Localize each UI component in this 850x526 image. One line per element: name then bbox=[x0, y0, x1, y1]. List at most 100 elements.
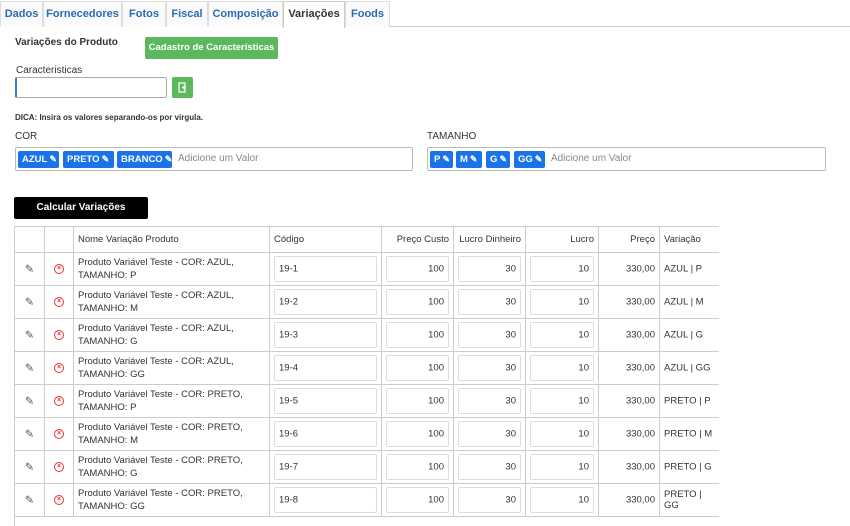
tamanho-tag-input[interactable]: P ✎ M ✎ G ✎ GG ✎ Adicione um Valor bbox=[427, 147, 826, 171]
preco-custo-value: 100 bbox=[428, 494, 444, 506]
delete-circle-icon[interactable]: × bbox=[54, 297, 64, 307]
pencil-icon[interactable]: ✎ bbox=[25, 428, 34, 441]
tag-azul[interactable]: AZUL ✎ bbox=[18, 151, 59, 168]
lucro-percentual-input[interactable]: 10 bbox=[530, 289, 594, 315]
codigo-input[interactable]: 19-6 bbox=[274, 421, 377, 447]
tab-dados[interactable]: Dados bbox=[0, 1, 43, 27]
tab-fornecedores[interactable]: Fornecedores bbox=[43, 1, 122, 27]
lucro-percentual-input[interactable]: 10 bbox=[530, 355, 594, 381]
pencil-icon[interactable]: ✎ bbox=[25, 263, 34, 276]
tag-preto[interactable]: PRETO ✎ bbox=[63, 151, 114, 168]
delete-circle-icon[interactable]: × bbox=[54, 264, 64, 274]
delete-circle-icon[interactable]: × bbox=[54, 429, 64, 439]
lucro-percentual-cell: 10 bbox=[526, 418, 599, 450]
tag-gg[interactable]: GG ✎ bbox=[514, 151, 545, 168]
preco-custo-input[interactable]: 100 bbox=[386, 421, 449, 447]
preco-custo-input[interactable]: 100 bbox=[386, 256, 449, 282]
caracteristicas-label: Caracteristicas bbox=[16, 65, 83, 76]
pencil-icon[interactable]: ✎ bbox=[102, 151, 110, 168]
lucro-dinheiro-input[interactable]: 30 bbox=[458, 355, 521, 381]
tab-foods[interactable]: Foods bbox=[345, 1, 390, 27]
pencil-icon[interactable]: ✎ bbox=[535, 151, 543, 168]
tag-label: GG bbox=[518, 154, 533, 165]
variacao-value: PRETO | M bbox=[664, 428, 713, 440]
lucro-percentual-input[interactable]: 10 bbox=[530, 454, 594, 480]
pencil-icon[interactable]: ✎ bbox=[25, 461, 34, 474]
lucro-dinheiro-input[interactable]: 30 bbox=[458, 256, 521, 282]
lucro-percentual-input[interactable]: 10 bbox=[530, 421, 594, 447]
tamanho-placeholder[interactable]: Adicione um Valor bbox=[551, 153, 631, 164]
preco-venda-cell: 330,00 bbox=[599, 418, 660, 450]
cor-placeholder[interactable]: Adicione um Valor bbox=[178, 153, 258, 164]
tab-variacoes[interactable]: Variações bbox=[283, 1, 345, 28]
pencil-icon[interactable]: ✎ bbox=[25, 296, 34, 309]
pencil-icon[interactable]: ✎ bbox=[165, 151, 173, 168]
preco-custo-input[interactable]: 100 bbox=[386, 454, 449, 480]
codigo-value: 19-4 bbox=[279, 362, 299, 374]
lucro-percentual-input[interactable]: 10 bbox=[530, 256, 594, 282]
codigo-cell: 19-3 bbox=[270, 319, 382, 351]
pencil-icon[interactable]: ✎ bbox=[49, 151, 57, 168]
pencil-icon[interactable]: ✎ bbox=[499, 151, 507, 168]
tab-fotos[interactable]: Fotos bbox=[122, 1, 166, 27]
codigo-input[interactable]: 19-7 bbox=[274, 454, 377, 480]
preco-custo-input[interactable]: 100 bbox=[386, 355, 449, 381]
lucro-dinheiro-input[interactable]: 30 bbox=[458, 421, 521, 447]
delete-circle-icon[interactable]: × bbox=[54, 396, 64, 406]
pencil-icon[interactable]: ✎ bbox=[25, 329, 34, 342]
delete-circle-icon[interactable]: × bbox=[54, 330, 64, 340]
codigo-input[interactable]: 19-8 bbox=[274, 487, 377, 513]
lucro-percentual-value: 10 bbox=[578, 428, 589, 440]
tab-composicao[interactable]: Composição bbox=[208, 1, 283, 27]
preco-custo-input[interactable]: 100 bbox=[386, 289, 449, 315]
tag-m[interactable]: M ✎ bbox=[456, 151, 482, 168]
pencil-icon[interactable]: ✎ bbox=[25, 494, 34, 507]
add-caracteristica-button[interactable] bbox=[172, 77, 193, 98]
lucro-dinheiro-input[interactable]: 30 bbox=[458, 289, 521, 315]
codigo-input[interactable]: 19-3 bbox=[274, 322, 377, 348]
lucro-dinheiro-input[interactable]: 30 bbox=[458, 487, 521, 513]
variation-name: Produto Variável Teste - COR: PRETO, TAM… bbox=[74, 418, 270, 450]
pencil-icon[interactable]: ✎ bbox=[25, 395, 34, 408]
variacao-value: AZUL | P bbox=[664, 263, 703, 275]
variacao-cell: PRETO | M bbox=[660, 418, 719, 450]
cor-tag-input[interactable]: AZUL ✎ PRETO ✎ BRANCO ✎ Adicione um Valor bbox=[15, 147, 413, 171]
caracteristicas-input[interactable] bbox=[15, 77, 167, 98]
calcular-variacoes-button[interactable]: Calcular Variações bbox=[14, 197, 148, 219]
delete-circle-icon[interactable]: × bbox=[54, 495, 64, 505]
pencil-icon[interactable]: ✎ bbox=[25, 362, 34, 375]
codigo-input[interactable]: 19-2 bbox=[274, 289, 377, 315]
delete-cell: × bbox=[45, 352, 74, 384]
lucro-percentual-input[interactable]: 10 bbox=[530, 322, 594, 348]
delete-cell: × bbox=[45, 385, 74, 417]
pencil-icon[interactable]: ✎ bbox=[442, 151, 450, 168]
table-row: ✎ × Produto Variável Teste - COR: PRETO, T… bbox=[15, 385, 719, 418]
pencil-icon[interactable]: ✎ bbox=[470, 151, 478, 168]
lucro-percentual-cell: 10 bbox=[526, 352, 599, 384]
tab-fiscal[interactable]: Fiscal bbox=[166, 1, 208, 27]
lucro-percentual-value: 10 bbox=[578, 461, 589, 473]
cadastro-caracteristicas-button[interactable]: Cadastro de Características bbox=[145, 37, 278, 59]
lucro-dinheiro-input[interactable]: 30 bbox=[458, 388, 521, 414]
preco-custo-value: 100 bbox=[428, 395, 444, 407]
lucro-dinheiro-input[interactable]: 30 bbox=[458, 454, 521, 480]
tag-branco[interactable]: BRANCO ✎ bbox=[117, 151, 172, 168]
lucro-percentual-input[interactable]: 10 bbox=[530, 487, 594, 513]
preco-venda-value: 330,00 bbox=[625, 428, 655, 440]
lucro-percentual-input[interactable]: 10 bbox=[530, 388, 594, 414]
variations-table: Nome Variação Produto Código Preço Custo… bbox=[14, 226, 719, 526]
codigo-input[interactable]: 19-4 bbox=[274, 355, 377, 381]
preco-custo-input[interactable]: 100 bbox=[386, 388, 449, 414]
preco-venda-value: 330,00 bbox=[625, 296, 655, 308]
tag-g[interactable]: G ✎ bbox=[486, 151, 510, 168]
codigo-input[interactable]: 19-5 bbox=[274, 388, 377, 414]
variacao-value: PRETO | G bbox=[664, 461, 712, 473]
preco-custo-input[interactable]: 100 bbox=[386, 322, 449, 348]
codigo-input[interactable]: 19-1 bbox=[274, 256, 377, 282]
preco-custo-input[interactable]: 100 bbox=[386, 487, 449, 513]
lucro-dinheiro-input[interactable]: 30 bbox=[458, 322, 521, 348]
tag-p[interactable]: P ✎ bbox=[430, 151, 453, 168]
header-edit bbox=[15, 227, 45, 252]
delete-circle-icon[interactable]: × bbox=[54, 363, 64, 373]
delete-circle-icon[interactable]: × bbox=[54, 462, 64, 472]
